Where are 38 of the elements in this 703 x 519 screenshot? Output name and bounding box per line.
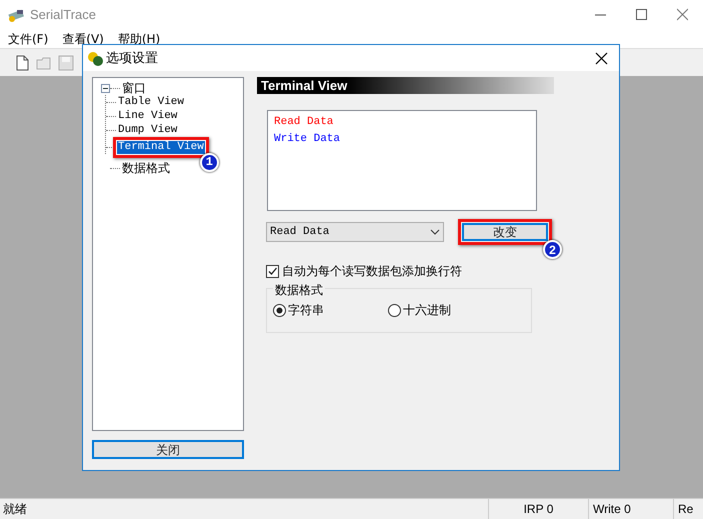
tree-item[interactable]: Dump View [117,124,178,136]
group-title: 数据格式 [273,281,325,299]
checkbox-label: 自动为每个读写数据包添加换行符 [282,263,462,280]
checkbox[interactable] [266,264,279,278]
expander-icon[interactable] [101,84,110,92]
new-file-icon[interactable] [14,54,30,70]
tree-item[interactable]: Table View [117,96,186,108]
list-box[interactable]: Read Data Write Data [267,110,537,211]
tree-item[interactable]: 窗口 [121,82,147,94]
radio-button[interactable] [273,304,286,316]
radio-label: 十六进制 [403,302,451,319]
tree-item[interactable]: Line View [117,110,178,122]
list-item[interactable]: Write Data [274,130,340,147]
status-text: IRP 0 [488,499,588,519]
status-text: Re [673,499,703,519]
dropdown[interactable]: Read Data [266,222,444,242]
close-button[interactable]: 关闭 [92,440,244,459]
dialog-icon [87,50,103,66]
list-item[interactable]: Read Data [274,114,334,130]
close-icon[interactable] [595,52,608,64]
menu-item[interactable]: 帮助(H) [118,30,160,48]
radio-label: 字符串 [288,302,324,319]
menu-item[interactable]: 文件(F) [8,30,48,48]
callout-badge: 2 [543,240,562,259]
caret-icon [430,229,440,235]
callout-badge: 1 [200,152,219,172]
maximize-icon[interactable] [636,7,647,23]
window-title: SerialTrace [30,6,96,24]
dialog-title: 选项设置 [106,49,158,68]
change-button[interactable]: 改变 [462,223,548,241]
tree-item[interactable]: 数据格式 [121,162,171,174]
radio-button[interactable] [388,304,401,316]
menu-item[interactable]: 查看(V) [62,30,104,48]
status-text: Write 0 [588,499,673,519]
tree-item[interactable]: Terminal View [117,140,205,154]
status-text: 就绪 [2,501,28,518]
section-header: Terminal View [257,77,554,94]
app-icon [8,7,24,23]
